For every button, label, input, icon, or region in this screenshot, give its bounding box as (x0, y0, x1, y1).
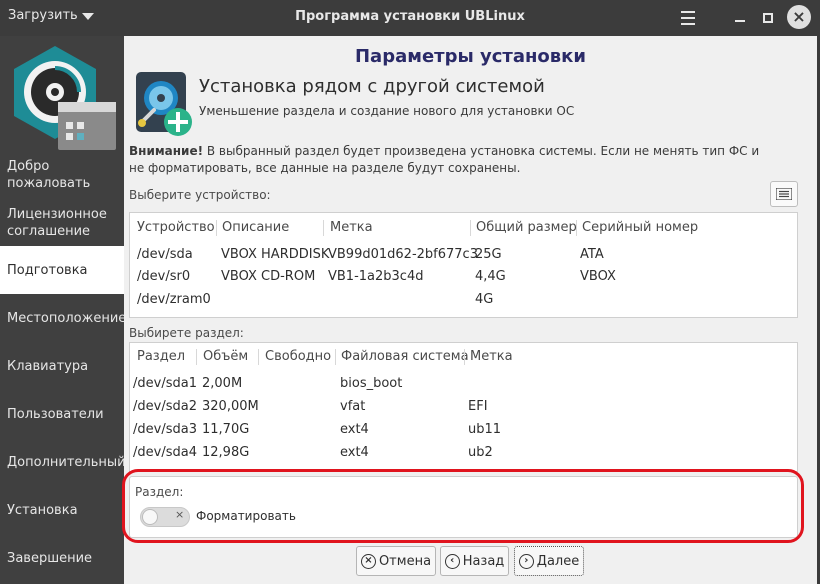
table-cell: ATA (580, 247, 604, 262)
cancel-label: Отмена (378, 553, 432, 569)
column-header[interactable]: Устройство (137, 217, 215, 239)
partition-select-label: Выбирете раздел: (129, 326, 244, 340)
cancel-button[interactable]: × Отмена (356, 546, 436, 576)
table-cell: 12,98G (202, 445, 250, 460)
table-header-row: Раздел Объём Свободно Файловая система М… (130, 346, 797, 368)
sidebar-item-install[interactable]: Установка (0, 496, 124, 524)
list-icon (776, 188, 792, 200)
column-header[interactable]: Метка (470, 346, 513, 368)
sidebar-item-keyboard[interactable]: Клавиатура (0, 352, 124, 380)
table-cell: ub11 (468, 422, 502, 437)
header-subtitle: Уменьшение раздела и создание нового для… (199, 104, 575, 118)
sidebar-item-finish[interactable]: Завершение (0, 544, 124, 572)
table-cell: EFI (468, 399, 488, 414)
arrow-left-icon: ‹ (444, 553, 460, 569)
table-cell: 4,4G (475, 269, 506, 284)
page-title: Параметры установки (354, 46, 587, 67)
table-cell: /dev/sda2 (133, 399, 197, 414)
toggle-knob (142, 509, 158, 525)
table-cell: ext4 (340, 422, 369, 437)
table-row[interactable]: /dev/zram0 4G (130, 289, 797, 311)
next-button[interactable]: › Далее (514, 546, 584, 576)
back-button[interactable]: ‹ Назад (440, 546, 509, 576)
minimize-icon[interactable] (728, 6, 752, 30)
table-cell: VBOX HARDDISK (221, 247, 330, 262)
column-header[interactable]: Файловая система (341, 346, 469, 368)
table-cell: bios_boot (340, 376, 403, 391)
table-cell: /dev/sr0 (137, 269, 191, 284)
header-title: Установка рядом с другой системой (199, 76, 545, 97)
arrow-right-icon: › (518, 553, 534, 569)
partition-options-title: Раздел: (135, 485, 184, 499)
back-label: Назад (462, 553, 505, 569)
table-header-row: Устройство Описание Метка Общий размер С… (130, 217, 797, 239)
hamburger-menu-icon[interactable] (676, 6, 700, 30)
maximize-icon[interactable] (756, 6, 780, 30)
device-list-button[interactable] (770, 181, 798, 207)
cancel-icon: × (360, 553, 376, 569)
column-header[interactable]: Раздел (137, 346, 185, 368)
partition-options-box: Раздел: × Форматировать (129, 476, 798, 538)
table-cell: VBOX CD-ROM (221, 269, 316, 284)
table-cell: VBOX (580, 269, 616, 284)
device-select-label: Выберите устройство: (129, 188, 271, 202)
sidebar-item-preparation[interactable]: Подготовка (0, 246, 124, 294)
table-cell: VB99d01d62-2bf677c3 (328, 247, 478, 262)
table-cell: VB1-1a2b3c4d (328, 269, 424, 284)
sidebar-item-license[interactable]: Лицензионное соглашение (0, 204, 124, 242)
table-row[interactable]: /dev/sda4 12,98G ext4 ub2 (130, 442, 797, 464)
sidebar: Добро пожаловать Лицензионное соглашение… (0, 36, 126, 584)
main-panel: Параметры установки Установка рядом с др… (124, 36, 817, 584)
table-row[interactable]: /dev/sr0 VBOX CD-ROM VB1-1a2b3c4d 4,4G V… (130, 266, 797, 288)
table-row[interactable]: /dev/sda3 11,70G ext4 ub11 (130, 419, 797, 441)
table-cell: /dev/zram0 (137, 292, 211, 307)
format-toggle[interactable]: × (140, 507, 190, 527)
sidebar-item-additional[interactable]: Дополнительный (0, 448, 126, 476)
table-cell: /dev/sda (137, 247, 193, 262)
disk-add-icon (136, 72, 192, 136)
table-row[interactable]: /dev/sda2 320,00M vfat EFI (130, 396, 797, 418)
table-cell: 25G (475, 247, 502, 262)
sidebar-item-users[interactable]: Пользователи (0, 400, 124, 428)
table-row[interactable]: /dev/sda1 2,00M bios_boot (130, 373, 797, 395)
title-bar: Загрузить Программа установки UBLinux × (0, 0, 820, 36)
sidebar-item-location[interactable]: Местоположение (0, 304, 126, 332)
device-table: Устройство Описание Метка Общий размер С… (129, 212, 798, 318)
format-label: Форматировать (196, 509, 296, 523)
toggle-off-icon: × (175, 508, 185, 521)
table-cell: 2,00M (202, 376, 243, 391)
column-header[interactable]: Объём (203, 346, 248, 368)
ublinux-logo-icon (14, 46, 116, 150)
table-cell: ext4 (340, 445, 369, 460)
column-header[interactable]: Серийный номер (582, 217, 698, 239)
table-cell: /dev/sda4 (133, 445, 197, 460)
sidebar-item-welcome[interactable]: Добро пожаловать (0, 156, 124, 194)
column-header[interactable]: Свободно (265, 346, 331, 368)
table-cell: /dev/sda1 (133, 376, 197, 391)
table-cell: /dev/sda3 (133, 422, 197, 437)
warning-message: В выбранный раздел будет произведена уст… (129, 144, 760, 175)
partition-table: Раздел Объём Свободно Файловая система М… (129, 342, 798, 472)
close-icon[interactable]: × (787, 5, 811, 29)
column-header[interactable]: Метка (330, 217, 373, 239)
table-row[interactable]: /dev/sda VBOX HARDDISK VB99d01d62-2bf677… (130, 244, 797, 266)
table-cell: 4G (475, 292, 494, 307)
table-cell: ub2 (468, 445, 493, 460)
next-label: Далее (536, 553, 580, 569)
warning-text: Внимание! В выбранный раздел будет произ… (129, 143, 769, 177)
warning-label: Внимание! (129, 144, 204, 158)
table-cell: vfat (340, 399, 366, 414)
column-header[interactable]: Описание (222, 217, 289, 239)
table-cell: 11,70G (202, 422, 250, 437)
column-header[interactable]: Общий размер (476, 217, 577, 239)
table-cell: 320,00M (202, 399, 259, 414)
